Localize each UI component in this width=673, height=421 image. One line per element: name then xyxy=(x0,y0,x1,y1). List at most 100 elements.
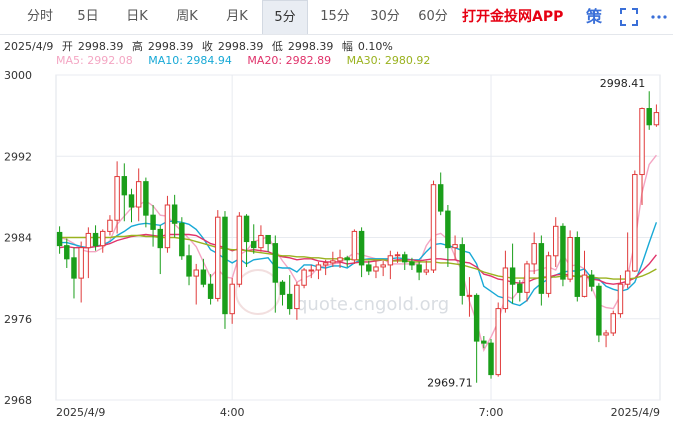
candle-down xyxy=(509,267,516,285)
candle-up xyxy=(229,283,235,315)
candle-up xyxy=(258,234,264,249)
candle-down xyxy=(473,294,480,342)
candle-down xyxy=(207,283,214,299)
candle-down xyxy=(157,228,163,249)
candle-up xyxy=(100,230,106,247)
candle-up xyxy=(617,283,624,315)
candle-down xyxy=(344,257,350,261)
candle-up xyxy=(545,255,552,294)
high-price-label: 2998.41 xyxy=(600,77,646,90)
candle-down xyxy=(243,215,250,243)
candle-up xyxy=(430,184,437,271)
candle-up xyxy=(603,332,609,336)
low-price-label: 2969.71 xyxy=(427,377,473,390)
candle-up xyxy=(653,112,660,126)
candle-down xyxy=(251,241,257,249)
candle-down xyxy=(538,243,545,294)
candle-up xyxy=(524,263,530,293)
candle-down xyxy=(200,269,207,285)
candle-up xyxy=(78,247,84,279)
candle-up xyxy=(322,262,329,266)
candle-down xyxy=(121,176,128,196)
candle-down xyxy=(588,274,595,287)
candle-down xyxy=(150,214,156,230)
candle-up xyxy=(164,204,171,249)
watermark: quote.cngold.org xyxy=(296,294,449,315)
ma-line-ma5 xyxy=(59,154,657,353)
candle-up xyxy=(639,108,645,176)
x-tick-label: 7:00 xyxy=(479,406,504,419)
candle-down xyxy=(92,232,99,247)
candle-up xyxy=(531,243,537,265)
candle-down xyxy=(186,255,192,277)
candle-down xyxy=(286,293,293,310)
candle-down xyxy=(265,234,271,245)
candle-up xyxy=(351,230,358,261)
candle-up xyxy=(315,264,322,271)
candle-down xyxy=(366,264,372,272)
candle-up xyxy=(624,270,631,285)
candle-up xyxy=(502,267,509,310)
candle-down xyxy=(646,108,652,126)
candle-up xyxy=(308,269,314,272)
candle-up xyxy=(337,257,343,262)
candle-up xyxy=(567,237,573,280)
candle-up xyxy=(215,216,221,299)
candle-down xyxy=(481,340,487,344)
candle-up xyxy=(114,176,120,221)
candle-up xyxy=(85,232,92,249)
candle-down xyxy=(71,257,77,279)
candle-down xyxy=(171,204,178,224)
x-tick-label: 2025/4/9 xyxy=(611,406,660,419)
candle-up xyxy=(135,181,142,208)
candle-up xyxy=(380,264,386,268)
candle-up xyxy=(294,284,300,310)
candle-down xyxy=(596,285,602,336)
candle-down xyxy=(459,244,465,296)
candle-down xyxy=(445,210,451,249)
y-tick-label: 2992 xyxy=(4,150,32,163)
x-tick-label: 2025/4/9 xyxy=(56,406,105,419)
candle-down xyxy=(279,281,286,295)
candle-down xyxy=(222,216,228,315)
candle-down xyxy=(128,194,135,208)
candle-down xyxy=(574,237,581,297)
ma-line-ma30 xyxy=(59,234,657,280)
candle-up xyxy=(466,294,473,297)
candle-down xyxy=(437,184,444,212)
candle-down xyxy=(179,222,185,257)
candle-up xyxy=(193,269,199,277)
candle-up xyxy=(330,260,336,264)
candle-down xyxy=(272,243,279,283)
candlestick-chart: 3000 2992 2984 2976 2968 2025/4/9 4:00 7:00 2025… xyxy=(4,69,661,419)
candle-up xyxy=(301,269,307,286)
candle-down xyxy=(560,225,566,280)
candle-up xyxy=(553,225,559,257)
candle-down xyxy=(409,261,415,266)
y-tick-label: 3000 xyxy=(4,69,32,82)
candle-up xyxy=(632,174,638,272)
y-tick-label: 2968 xyxy=(4,394,32,407)
candle-up xyxy=(452,244,458,249)
ma-line-ma10 xyxy=(59,220,658,307)
candle-up xyxy=(394,254,401,257)
x-tick-label: 4:00 xyxy=(220,406,245,419)
candle-up xyxy=(581,274,588,297)
candle-up xyxy=(107,219,113,232)
candle-down xyxy=(358,230,365,266)
candle-up xyxy=(373,266,379,272)
candle-down xyxy=(488,342,494,376)
candle-down xyxy=(143,181,149,216)
candle-up xyxy=(610,313,616,334)
candle-up xyxy=(387,255,394,266)
y-tick-label: 2976 xyxy=(4,313,32,326)
candle-up xyxy=(495,308,501,376)
candle-down xyxy=(402,254,408,263)
candle-up xyxy=(236,215,243,285)
candle-down xyxy=(517,283,523,293)
candle-down xyxy=(56,231,63,247)
candle-up xyxy=(423,269,430,273)
candle-down xyxy=(416,264,422,273)
y-tick-label: 2984 xyxy=(4,232,32,245)
candle-down xyxy=(64,245,70,260)
